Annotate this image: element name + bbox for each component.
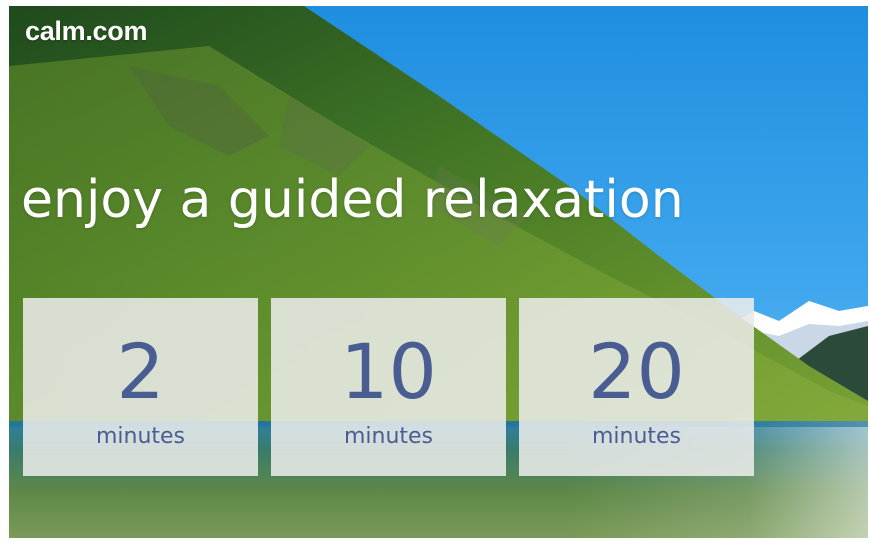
duration-value: 2 bbox=[116, 327, 165, 416]
duration-value: 20 bbox=[588, 327, 685, 416]
duration-10-minutes-button[interactable]: 10 minutes bbox=[271, 298, 506, 476]
page-title: enjoy a guided relaxation bbox=[21, 170, 684, 230]
duration-2-minutes-button[interactable]: 2 minutes bbox=[23, 298, 258, 476]
calm-logo[interactable]: calm.com bbox=[25, 16, 147, 47]
app-viewport: calm.com enjoy a guided relaxation 2 min… bbox=[9, 6, 868, 538]
duration-unit: minutes bbox=[343, 424, 434, 449]
duration-unit: minutes bbox=[591, 424, 682, 449]
duration-value: 10 bbox=[340, 327, 437, 416]
duration-unit: minutes bbox=[95, 424, 186, 449]
duration-20-minutes-button[interactable]: 20 minutes bbox=[519, 298, 754, 476]
